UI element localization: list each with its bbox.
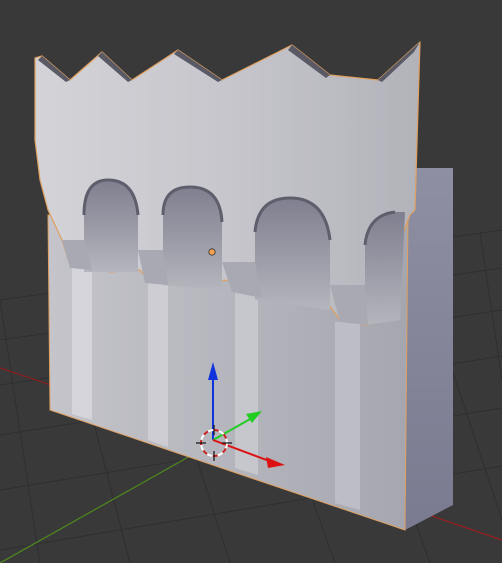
3d-viewport[interactable] <box>0 0 502 563</box>
wall-side-face <box>405 168 453 530</box>
y-axis-line <box>0 441 216 563</box>
object-origin[interactable] <box>208 248 216 256</box>
viewport-canvas[interactable] <box>0 0 502 563</box>
